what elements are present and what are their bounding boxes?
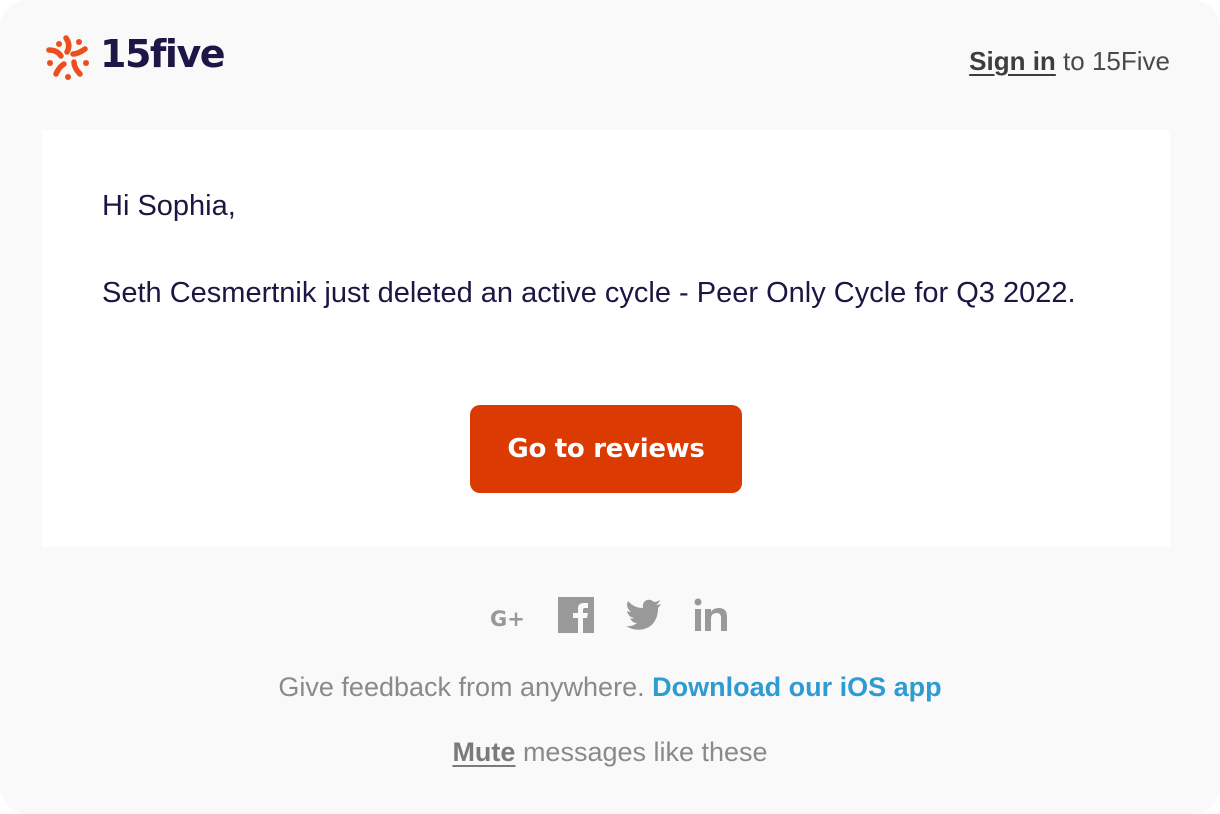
feedback-text: Give feedback from anywhere.	[278, 672, 653, 702]
logo-text: 15five	[100, 32, 225, 76]
email-header: 15five Sign in to 15Five	[42, 30, 1170, 90]
mute-link[interactable]: Mute	[452, 737, 515, 767]
mute-suffix: messages like these	[515, 737, 768, 767]
message-body: Seth Cesmertnik just deleted an active c…	[102, 277, 1076, 309]
download-ios-app-link[interactable]: Download our iOS app	[652, 672, 942, 702]
signin-suffix: to 15Five	[1055, 46, 1170, 76]
greeting: Hi Sophia,	[102, 190, 236, 222]
svg-text:G+: G+	[490, 607, 525, 631]
go-to-reviews-button[interactable]: Go to reviews	[470, 405, 742, 493]
signin-line: Sign in to 15Five	[969, 46, 1170, 77]
social-links: G+	[0, 596, 1220, 634]
mute-line: Mute messages like these	[0, 737, 1220, 768]
email-page: 15five Sign in to 15Five Hi Sophia, Seth…	[0, 0, 1220, 814]
logo-link[interactable]: 15five	[42, 32, 225, 84]
feedback-line: Give feedback from anywhere. Download ou…	[0, 672, 1220, 703]
facebook-link[interactable]	[557, 596, 595, 634]
linkedin-link[interactable]	[693, 596, 731, 634]
linkedin-icon	[694, 598, 727, 631]
facebook-icon	[558, 597, 594, 633]
email-card: Hi Sophia, Seth Cesmertnik just deleted …	[42, 130, 1170, 547]
twitter-link[interactable]	[625, 596, 663, 634]
google-plus-icon: G+	[490, 607, 525, 631]
signin-link[interactable]: Sign in	[969, 46, 1056, 76]
google-plus-link[interactable]: G+	[489, 596, 527, 634]
twitter-icon	[626, 599, 661, 630]
15five-logo-icon	[46, 35, 89, 80]
